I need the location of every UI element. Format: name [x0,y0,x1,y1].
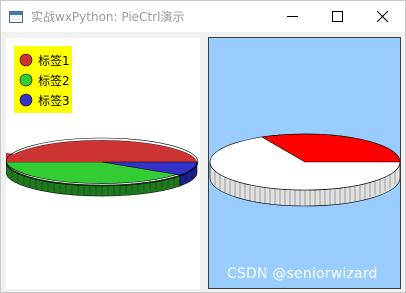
minimize-button[interactable] [270,1,315,32]
legend-swatch-2 [19,73,33,87]
legend-item: 标签1 [14,50,72,70]
pie-panel-right [208,37,401,289]
legend-label: 标签2 [38,74,70,88]
legend-item: 标签2 [14,70,72,90]
close-icon [377,11,388,22]
legend-label: 标签1 [38,54,70,68]
title-bar[interactable]: 实战wxPython: PieCtrl演示 [1,1,405,32]
watermark: CSDN @seniorwizard [227,266,378,282]
legend-swatch-1 [19,53,33,67]
close-button[interactable] [360,1,405,32]
legend-swatch-3 [19,93,33,107]
app-icon [9,11,23,23]
maximize-button[interactable] [315,1,360,32]
window-title: 实战wxPython: PieCtrl演示 [31,10,185,24]
pie-legend: 标签1 标签2 标签3 [14,46,72,113]
legend-item: 标签3 [14,90,72,110]
pie-chart-right [209,133,400,207]
pie-panel-left: 标签1 标签2 标签3 [6,38,200,289]
legend-label: 标签3 [38,94,70,108]
minimize-icon [287,16,298,17]
app-window: 实战wxPython: PieCtrl演示 标签1 标签2 标签3 CSDN @… [0,0,406,293]
maximize-icon [332,11,343,22]
